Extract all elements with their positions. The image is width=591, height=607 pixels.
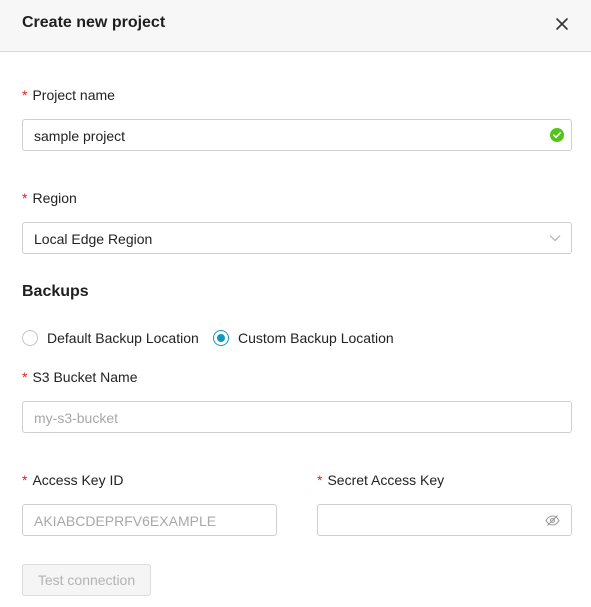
- required-marker: *: [22, 369, 28, 385]
- project-name-label-text: Project name: [32, 87, 115, 103]
- dialog-header: Create new project: [0, 0, 591, 52]
- close-icon: [556, 18, 568, 30]
- access-key-label-text: Access Key ID: [32, 472, 124, 488]
- radio-label: Default Backup Location: [47, 330, 199, 346]
- required-marker: *: [22, 87, 28, 103]
- project-name-input[interactable]: sample project: [22, 119, 572, 151]
- s3-bucket-label: * S3 Bucket Name: [22, 369, 138, 385]
- radio-custom-backup-location[interactable]: Custom Backup Location: [213, 329, 403, 349]
- access-key-label: * Access Key ID: [22, 472, 123, 488]
- required-marker: *: [22, 190, 28, 206]
- dialog-title: Create new project: [22, 14, 166, 31]
- backups-section-title: Backups: [22, 283, 89, 300]
- region-select[interactable]: Local Edge Region: [22, 222, 572, 254]
- region-label: * Region: [22, 190, 77, 206]
- secret-key-label-text: Secret Access Key: [327, 472, 445, 488]
- required-marker: *: [317, 472, 323, 488]
- project-name-label: * Project name: [22, 87, 115, 103]
- radio-unchecked-icon: [22, 330, 38, 346]
- region-value: Local Edge Region: [34, 231, 153, 247]
- access-key-placeholder: AKIABCDEPRFV6EXAMPLE: [34, 513, 217, 529]
- s3-bucket-label-text: S3 Bucket Name: [32, 369, 138, 385]
- project-name-value: sample project: [34, 128, 126, 144]
- s3-bucket-placeholder: my-s3-bucket: [34, 410, 119, 426]
- chevron-down-icon: [549, 235, 561, 242]
- radio-checked-icon: [213, 330, 229, 346]
- eye-off-icon[interactable]: [545, 514, 560, 527]
- radio-default-backup-location[interactable]: Default Backup Location: [22, 329, 202, 349]
- radio-dot: [217, 334, 225, 342]
- secret-key-input[interactable]: [317, 504, 572, 536]
- region-label-text: Region: [32, 190, 77, 206]
- close-button[interactable]: [552, 14, 572, 34]
- s3-bucket-input[interactable]: my-s3-bucket: [22, 401, 572, 433]
- secret-key-label: * Secret Access Key: [317, 472, 444, 488]
- radio-label: Custom Backup Location: [238, 330, 394, 346]
- required-marker: *: [22, 472, 28, 488]
- check-circle-icon: [550, 128, 564, 142]
- test-connection-button[interactable]: Test connection: [22, 564, 151, 596]
- access-key-input[interactable]: AKIABCDEPRFV6EXAMPLE: [22, 504, 277, 536]
